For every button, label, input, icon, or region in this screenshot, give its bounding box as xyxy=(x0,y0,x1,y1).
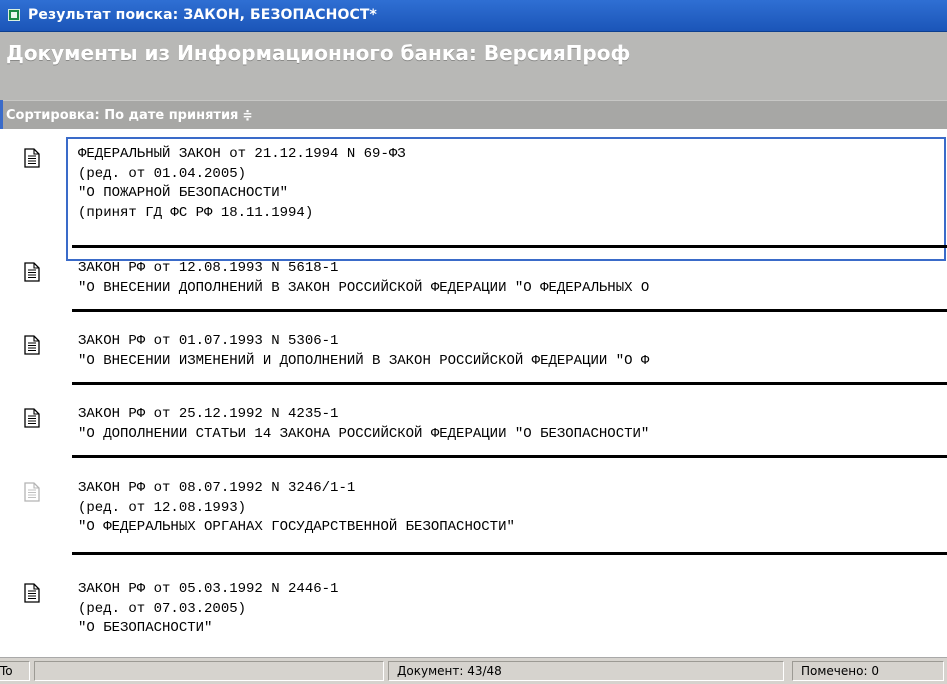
sort-button[interactable]: Сортировка: По дате принятия ≑ xyxy=(6,108,252,123)
app-icon xyxy=(8,9,20,21)
doc-line: (ред. от 12.08.1993) xyxy=(78,499,247,516)
item-separator xyxy=(72,382,947,385)
doc-line: "О ДОПОЛНЕНИИ СТАТЬИ 14 ЗАКОНА РОССИЙСКО… xyxy=(78,425,650,442)
document-icon xyxy=(24,583,40,603)
doc-line: "О ПОЖАРНОЙ БЕЗОПАСНОСТИ" xyxy=(78,185,289,201)
sort-arrow-icon: ≑ xyxy=(242,108,253,122)
doc-line: (ред. от 07.03.2005) xyxy=(78,600,247,617)
status-empty xyxy=(34,661,384,681)
document-icon xyxy=(24,408,40,428)
doc-line: "О ФЕДЕРАЛЬНЫХ ОРГАНАХ ГОСУДАРСТВЕННОЙ Б… xyxy=(78,519,515,535)
doc-line: ЗАКОН РФ от 08.07.1992 N 3246/1-1 xyxy=(78,480,356,496)
document-icon xyxy=(24,262,40,282)
status-left: To xyxy=(0,661,30,681)
doc-line: (принят ГД ФС РФ 18.11.1994) xyxy=(78,204,314,221)
window-title-bar[interactable]: Результат поиска: ЗАКОН, БЕЗОПАСНОСТ* xyxy=(0,0,947,32)
item-separator xyxy=(72,455,947,458)
results-header: Документы из Информационного банка: Верс… xyxy=(0,32,947,129)
window-title: Результат поиска: ЗАКОН, БЕЗОПАСНОСТ* xyxy=(28,7,377,23)
document-inactive-icon xyxy=(24,482,40,502)
doc-line: "О БЕЗОПАСНОСТИ" xyxy=(78,620,213,636)
doc-line: ЗАКОН РФ от 05.03.1992 N 2446-1 xyxy=(78,581,339,597)
sort-label: Сортировка: По дате принятия xyxy=(6,108,239,123)
doc-line: ЗАКОН РФ от 25.12.1992 N 4235-1 xyxy=(78,406,339,422)
doc-line: ЗАКОН РФ от 01.07.1993 N 5306-1 xyxy=(78,333,339,349)
document-list[interactable]: ФЕДЕРАЛЬНЫЙ ЗАКОН от 21.12.1994 N 69-ФЗ … xyxy=(0,129,947,657)
document-icon xyxy=(24,335,40,355)
doc-line: ЗАКОН РФ от 12.08.1993 N 5618-1 xyxy=(78,260,339,276)
item-separator xyxy=(72,245,947,248)
item-separator xyxy=(72,309,947,312)
status-document-position: Документ: 43/48 xyxy=(388,661,784,681)
page-title: Документы из Информационного банка: Верс… xyxy=(6,41,631,65)
document-icon xyxy=(24,148,40,168)
sort-bar[interactable]: Сортировка: По дате принятия ≑ xyxy=(0,100,947,129)
status-marked-count: Помечено: 0 xyxy=(792,661,944,681)
doc-line: "О ВНЕСЕНИИ ИЗМЕНЕНИЙ И ДОПОЛНЕНИЙ В ЗАК… xyxy=(78,352,650,369)
doc-line: (ред. от 01.04.2005) xyxy=(78,165,247,182)
status-bar: To Документ: 43/48 Помечено: 0 xyxy=(0,657,947,684)
doc-line: ФЕДЕРАЛЬНЫЙ ЗАКОН от 21.12.1994 N 69-ФЗ xyxy=(78,146,406,162)
item-separator xyxy=(72,552,947,555)
doc-line: "О ВНЕСЕНИИ ДОПОЛНЕНИЙ В ЗАКОН РОССИЙСКО… xyxy=(78,279,650,296)
